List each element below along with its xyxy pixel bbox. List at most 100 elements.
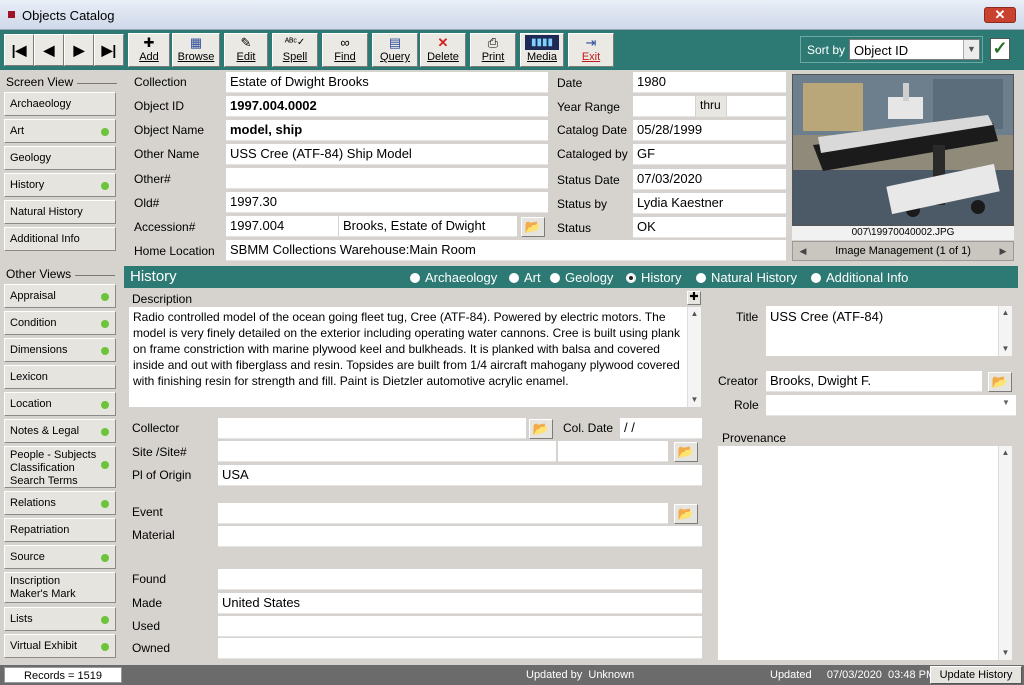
screen-view-art[interactable]: Art (4, 119, 116, 143)
cataloged-by-field[interactable]: GF (633, 144, 786, 165)
title-field[interactable]: USS Cree (ATF-84) (766, 306, 998, 356)
accession-field[interactable]: 1997.004 (226, 216, 338, 237)
radio-archaeology[interactable]: Archaeology (410, 270, 497, 285)
update-history-button[interactable]: Update History (930, 666, 1022, 684)
folder-icon[interactable]: 📂 (988, 372, 1012, 392)
status-dot (101, 320, 109, 328)
first-record-button[interactable]: |◀ (4, 34, 34, 66)
print-button[interactable]: ⎙ Print (470, 33, 516, 67)
collector-field[interactable] (218, 418, 526, 439)
folder-icon[interactable]: 📂 (529, 419, 553, 439)
other-view-relations[interactable]: Relations (4, 491, 116, 515)
screen-view-history[interactable]: History (4, 173, 116, 197)
place-of-origin-field[interactable]: USA (218, 465, 702, 486)
scroll-up-icon[interactable]: ▲ (999, 306, 1012, 320)
made-field[interactable]: United States (218, 593, 702, 614)
scroll-up-icon[interactable]: ▲ (688, 307, 701, 321)
other-view-virtual-exhibit[interactable]: Virtual Exhibit (4, 634, 116, 658)
status-by-field[interactable]: Lydia Kaestner (633, 193, 786, 214)
screen-view-natural-history[interactable]: Natural History (4, 200, 116, 224)
chevron-left-icon[interactable]: ◀ (796, 244, 810, 258)
role-select[interactable] (766, 395, 1016, 416)
edit-button[interactable]: ✎ Edit (224, 33, 268, 67)
other-view-lists[interactable]: Lists (4, 607, 116, 631)
last-record-button[interactable]: ▶| (94, 34, 124, 66)
object-name-field[interactable]: model, ship (226, 120, 548, 141)
delete-button[interactable]: ✕ Delete (420, 33, 466, 67)
spell-button[interactable]: ᴬᴮᶜ✓ Spell (272, 33, 318, 67)
col-date-field[interactable]: / / (620, 418, 702, 439)
other-view-dimensions[interactable]: Dimensions (4, 338, 116, 362)
browse-button[interactable]: ▦ Browse (172, 33, 220, 67)
site-number-field[interactable] (558, 441, 668, 462)
chevron-down-icon[interactable]: ▼ (1002, 398, 1010, 407)
radio-history[interactable]: History (626, 270, 681, 285)
owned-field[interactable] (218, 638, 702, 659)
media-button[interactable]: ▮▮▮▮ Media (520, 33, 564, 67)
provenance-scrollbar[interactable]: ▲ ▼ (998, 446, 1012, 660)
folder-icon[interactable]: 📂 (521, 217, 545, 237)
found-field[interactable] (218, 569, 702, 590)
creator-field[interactable]: Brooks, Dwight F. (766, 371, 982, 392)
expand-icon[interactable]: ✚ (687, 291, 701, 305)
scroll-down-icon[interactable]: ▼ (999, 342, 1012, 356)
previous-record-button[interactable]: ◀ (34, 34, 64, 66)
other-name-field[interactable]: USS Cree (ATF-84) Ship Model (226, 144, 548, 165)
folder-icon[interactable]: 📂 (674, 442, 698, 462)
radio-geology[interactable]: Geology (550, 270, 613, 285)
screen-view-additional-info[interactable]: Additional Info (4, 227, 116, 251)
other-view-people-subjects[interactable]: People - Subjects Classification Search … (4, 446, 116, 488)
scroll-up-icon[interactable]: ▲ (999, 446, 1012, 460)
find-button[interactable]: ∞ Find (322, 33, 368, 67)
other-view-condition[interactable]: Condition (4, 311, 116, 335)
old-number-field[interactable]: 1997.30 (226, 192, 548, 213)
status-field[interactable]: OK (633, 217, 786, 238)
add-button[interactable]: ✚ Add (128, 33, 170, 67)
screen-view-archaeology[interactable]: Archaeology (4, 92, 116, 116)
object-image[interactable] (792, 74, 1014, 226)
collection-field[interactable]: Estate of Dwight Brooks (226, 72, 548, 93)
event-field[interactable] (218, 503, 668, 524)
other-view-repatriation[interactable]: Repatriation (4, 518, 116, 542)
close-button[interactable]: ✕ (984, 7, 1016, 23)
checklist-icon[interactable]: ✓ (990, 38, 1010, 60)
updated-by-text: Updated by Unknown (526, 669, 635, 681)
site-field[interactable] (218, 441, 556, 462)
catalog-date-field[interactable]: 05/28/1999 (633, 120, 786, 141)
description-field[interactable]: Radio controlled model of the ocean goin… (129, 307, 687, 407)
radio-additional-info[interactable]: Additional Info (811, 270, 908, 285)
chevron-right-icon[interactable]: ▶ (996, 244, 1010, 258)
chevron-down-icon[interactable]: ▼ (963, 40, 979, 59)
object-id-field[interactable]: 1997.004.0002 (226, 96, 548, 117)
description-scrollbar[interactable]: ▲ ▼ (687, 307, 701, 407)
used-field[interactable] (218, 616, 702, 637)
year-range-start-field[interactable] (633, 96, 695, 117)
provenance-field[interactable] (718, 446, 998, 660)
home-location-label: Home Location (134, 244, 215, 258)
accession-name-field[interactable]: Brooks, Estate of Dwight (339, 216, 517, 237)
other-view-location[interactable]: Location (4, 392, 116, 416)
title-scrollbar[interactable]: ▲ ▼ (998, 306, 1012, 356)
other-view-appraisal[interactable]: Appraisal (4, 284, 116, 308)
screen-view-geology[interactable]: Geology (4, 146, 116, 170)
status-date-field[interactable]: 07/03/2020 (633, 169, 786, 190)
sort-by-select[interactable]: Object ID ▼ (849, 39, 980, 60)
other-view-inscription[interactable]: Inscription Maker's Mark (4, 572, 116, 603)
radio-art[interactable]: Art (509, 270, 541, 285)
material-field[interactable] (218, 526, 702, 547)
next-record-button[interactable]: ▶ (64, 34, 94, 66)
folder-icon[interactable]: 📂 (674, 504, 698, 524)
other-view-notes-legal[interactable]: Notes & Legal (4, 419, 116, 443)
other-view-source[interactable]: Source (4, 545, 116, 569)
year-range-end-field[interactable] (727, 96, 786, 117)
scroll-down-icon[interactable]: ▼ (999, 646, 1012, 660)
date-field[interactable]: 1980 (633, 72, 786, 93)
image-management-bar[interactable]: ◀ Image Management (1 of 1) ▶ (792, 241, 1014, 261)
radio-natural-history[interactable]: Natural History (696, 270, 797, 285)
other-number-field[interactable] (226, 168, 548, 189)
other-view-lexicon[interactable]: Lexicon (4, 365, 116, 389)
exit-button[interactable]: ⇥ Exit (568, 33, 614, 67)
home-location-field[interactable]: SBMM Collections Warehouse:Main Room (226, 240, 786, 261)
scroll-down-icon[interactable]: ▼ (688, 393, 701, 407)
query-button[interactable]: ▤ Query (372, 33, 418, 67)
